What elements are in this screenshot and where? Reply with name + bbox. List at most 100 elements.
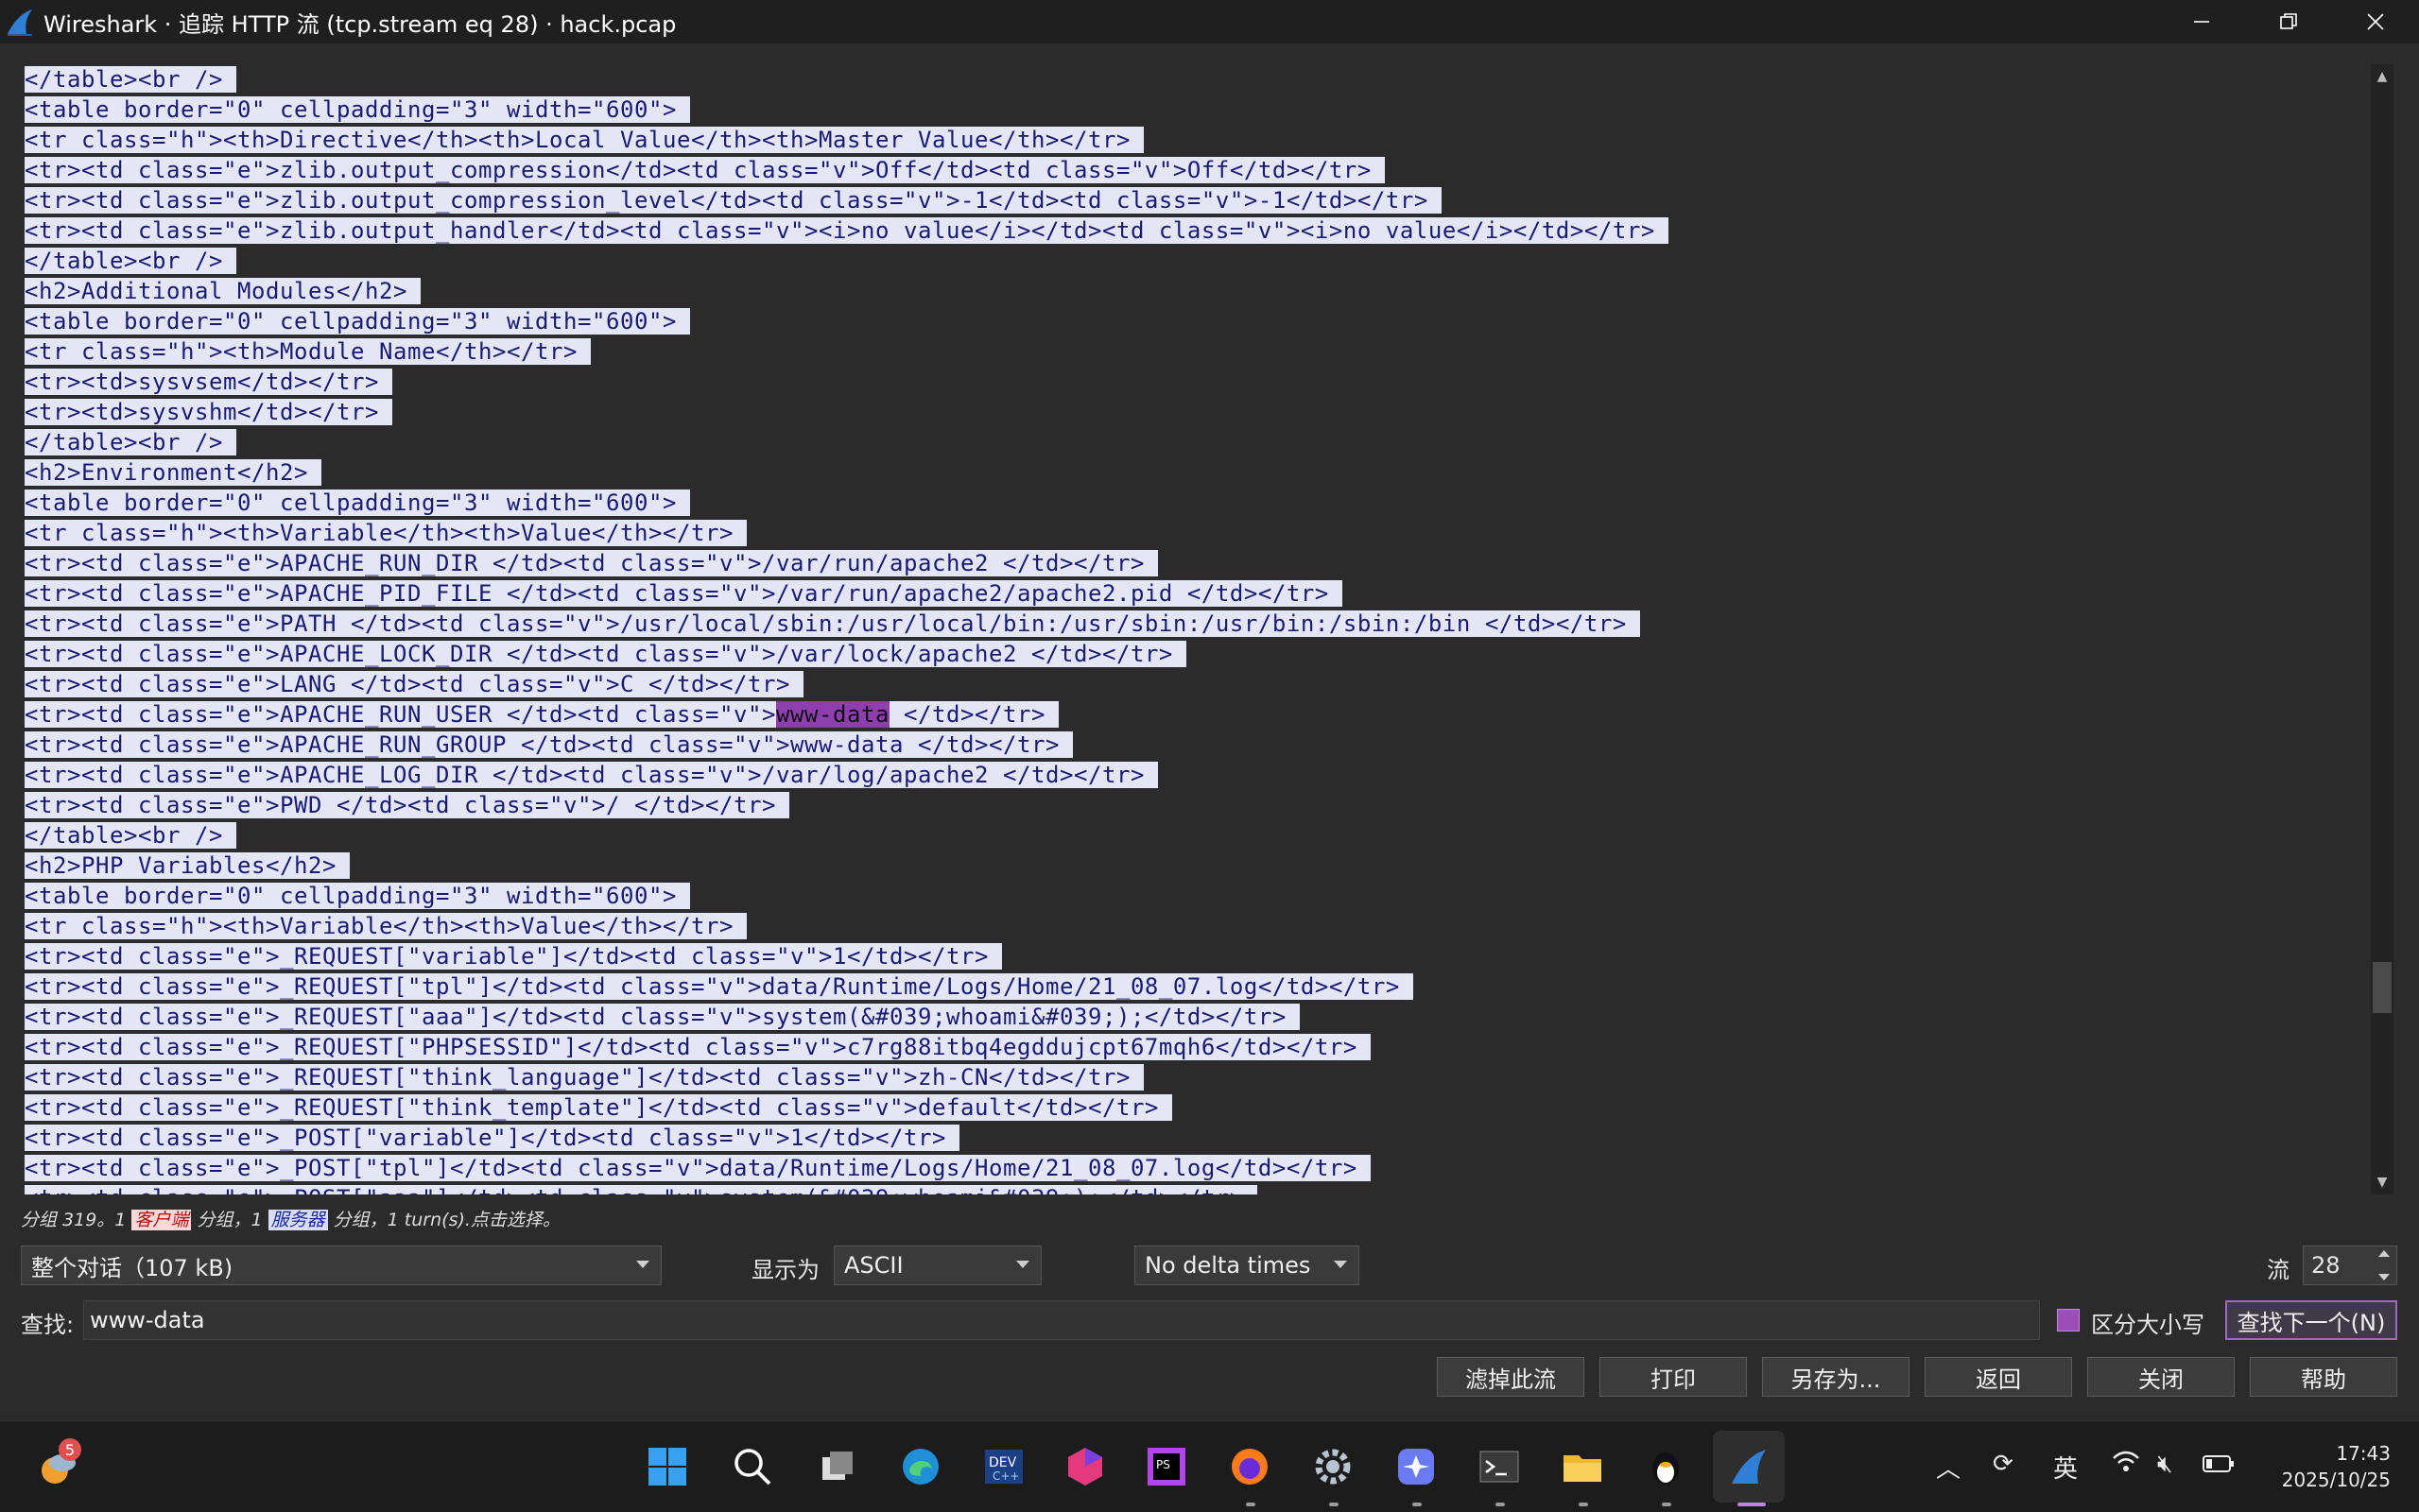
stream-line[interactable]: <tr><td class="e">zlib.output_compressio…	[25, 185, 2367, 215]
stream-line[interactable]: <tr><td class="e">APACHE_PID_FILE </td><…	[25, 578, 2367, 609]
stream-line[interactable]: <tr><td class="e">_POST["aaa"]</td><td c…	[25, 1183, 2367, 1194]
stream-line-text: <tr class="h"><th>Variable</th><th>Value…	[25, 913, 747, 939]
stream-line-text: <tr><td class="e">zlib.output_compressio…	[25, 187, 1442, 214]
wireshark-taskbar-icon[interactable]	[1724, 1442, 1773, 1491]
stream-line[interactable]: <tr><td class="e">_REQUEST["aaa"]</td><t…	[25, 1002, 2367, 1032]
find-input[interactable]: www-data	[83, 1300, 2040, 1340]
help-label: 帮助	[2301, 1366, 2346, 1393]
print-button[interactable]: 打印	[1599, 1357, 1747, 1397]
stream-line[interactable]: <tr><td class="e">PWD </td><td class="v"…	[25, 790, 2367, 820]
ai-assistant-icon[interactable]	[1391, 1442, 1441, 1491]
volume-muted-icon[interactable]: 🔇︎	[2157, 1450, 2172, 1479]
jetbrains-toolbox-icon[interactable]	[1061, 1442, 1110, 1491]
scroll-thumb[interactable]	[2373, 962, 2392, 1013]
find-next-button[interactable]: 查找下一个(N)	[2225, 1300, 2397, 1340]
stream-line[interactable]: <tr><td class="e">APACHE_LOG_DIR </td><t…	[25, 760, 2367, 790]
stream-line[interactable]: <tr><td class="e">LANG </td><td class="v…	[25, 669, 2367, 699]
stream-number-spinbox[interactable]: 28	[2303, 1246, 2397, 1285]
file-explorer-icon[interactable]	[1558, 1442, 1607, 1491]
show-as-select[interactable]: ASCII	[834, 1246, 1042, 1285]
vertical-scrollbar[interactable]: ▲ ▼	[2371, 64, 2393, 1194]
minimize-icon	[2194, 21, 2209, 23]
stream-line-text: <tr><td class="e">_POST["tpl"]</td><td c…	[25, 1155, 1371, 1181]
spin-arrows[interactable]	[2376, 1250, 2393, 1280]
scroll-down-icon[interactable]: ▼	[2371, 1172, 2393, 1193]
battery-icon[interactable]	[2203, 1452, 2235, 1480]
ime-indicator[interactable]: 英	[2053, 1450, 2078, 1485]
stream-line[interactable]: <tr><td class="e">_REQUEST["variable"]</…	[25, 941, 2367, 971]
stream-line[interactable]: <h2>PHP Variables</h2>	[25, 850, 2367, 881]
taskbar: 5 DEV C++ PS ︿ ⟳ 英 🔇︎ 17:43 2025/10/25	[0, 1420, 2419, 1512]
stream-line[interactable]: <tr><td class="e">_REQUEST["think_langua…	[25, 1062, 2367, 1092]
stream-line[interactable]: <tr class="h"><th>Variable</th><th>Value…	[25, 518, 2367, 548]
stream-line[interactable]: <tr><td class="e">_REQUEST["think_templa…	[25, 1092, 2367, 1123]
stream-line[interactable]: <table border="0" cellpadding="3" width=…	[25, 306, 2367, 336]
stream-line[interactable]: <table border="0" cellpadding="3" width=…	[25, 488, 2367, 518]
stream-line[interactable]: <tr><td class="e">APACHE_RUN_USER </td><…	[25, 699, 2367, 730]
stream-line[interactable]: <tr><td class="e">zlib.output_compressio…	[25, 155, 2367, 185]
stream-line[interactable]: </table><br />	[25, 820, 2367, 850]
close-button[interactable]: 关闭	[2087, 1357, 2235, 1397]
stream-line-text: <h2>Additional Modules</h2>	[25, 278, 421, 304]
minimize-button[interactable]	[2158, 0, 2245, 43]
conversation-select[interactable]: 整个对话（107 kB)	[21, 1246, 662, 1285]
stream-line[interactable]: <tr><td class="e">_REQUEST["tpl"]</td><t…	[25, 971, 2367, 1002]
task-view-icon[interactable]	[813, 1442, 862, 1491]
stream-line-text: <tr><td class="e">_REQUEST["variable"]</…	[25, 943, 1002, 970]
stream-line[interactable]: <tr><td class="e">PATH </td><td class="v…	[25, 609, 2367, 639]
stream-line[interactable]: <tr class="h"><th>Directive</th><th>Loca…	[25, 125, 2367, 155]
dev-cpp-icon[interactable]: DEV C++	[979, 1442, 1028, 1491]
stream-line-text: <tr><td class="e">APACHE_RUN_DIR </td><t…	[25, 550, 1158, 576]
stream-line[interactable]: </table><br />	[25, 246, 2367, 276]
stream-line[interactable]: <tr><td class="e">_POST["tpl"]</td><td c…	[25, 1153, 2367, 1183]
wifi-icon[interactable]	[2112, 1450, 2140, 1481]
stream-line[interactable]: <tr><td class="e">APACHE_RUN_DIR </td><t…	[25, 548, 2367, 578]
stream-line-text: <tr><td class="e">_REQUEST["PHPSESSID"]<…	[25, 1034, 1371, 1060]
show-as-label: 显示为	[752, 1257, 820, 1283]
delta-times-select-value: No delta times	[1145, 1252, 1311, 1279]
stream-line[interactable]: <h2>Environment</h2>	[25, 457, 2367, 488]
stream-line[interactable]: <h2>Additional Modules</h2>	[25, 276, 2367, 306]
phpstorm-icon[interactable]: PS	[1142, 1442, 1191, 1491]
edge-browser-icon[interactable]	[896, 1442, 945, 1491]
stream-line[interactable]: </table><br />	[25, 64, 2367, 94]
stream-line[interactable]: <tr><td>sysvshm</td></tr>	[25, 397, 2367, 427]
stream-line[interactable]: <tr><td class="e">_REQUEST["PHPSESSID"]<…	[25, 1032, 2367, 1062]
help-button[interactable]: 帮助	[2250, 1357, 2397, 1397]
chevron-up-icon[interactable]: ︿	[1936, 1450, 1961, 1485]
stream-line[interactable]: <tr><td class="e">zlib.output_handler</t…	[25, 215, 2367, 246]
close-window-button[interactable]	[2332, 0, 2419, 43]
stream-line[interactable]: <tr><td class="e">APACHE_LOCK_DIR </td><…	[25, 639, 2367, 669]
qq-penguin-icon[interactable]	[1641, 1442, 1690, 1491]
back-label: 返回	[1976, 1366, 2021, 1393]
stream-line[interactable]: <tr class="h"><th>Module Name</th></tr>	[25, 336, 2367, 367]
stream-line[interactable]: </table><br />	[25, 427, 2367, 457]
settings-gear-icon[interactable]	[1308, 1442, 1357, 1491]
stream-line[interactable]: <tr><td class="e">_POST["variable"]</td>…	[25, 1123, 2367, 1153]
firefox-icon[interactable]	[1225, 1442, 1274, 1491]
scroll-up-icon[interactable]: ▲	[2371, 66, 2393, 87]
stream-line[interactable]: <tr><td class="e">APACHE_RUN_GROUP </td>…	[25, 730, 2367, 760]
system-clock[interactable]: 17:43 2025/10/25	[2282, 1440, 2391, 1493]
spin-down-icon[interactable]	[2378, 1274, 2390, 1280]
case-sensitive-checkbox[interactable]	[2057, 1309, 2080, 1332]
start-icon[interactable]	[643, 1442, 692, 1491]
running-indicator	[1246, 1503, 1255, 1506]
search-icon[interactable]	[728, 1442, 777, 1491]
restore-button[interactable]	[2245, 0, 2332, 43]
save-as-button[interactable]: 另存为...	[1762, 1357, 1909, 1397]
delta-times-select[interactable]: No delta times	[1134, 1246, 1359, 1285]
stream-status-text[interactable]: 分组 319。1 客户端 分组，1 服务器 分组，1 turn(s).点击选择。	[21, 1206, 561, 1234]
stream-content-pane[interactable]: </table><br /> <table border="0" cellpadd…	[25, 64, 2367, 1194]
sync-icon[interactable]: ⟳	[1993, 1450, 2013, 1478]
stream-line[interactable]: <tr class="h"><th>Variable</th><th>Value…	[25, 911, 2367, 941]
filter-out-label: 滤掉此流	[1465, 1366, 1556, 1393]
terminal-icon[interactable]	[1475, 1442, 1524, 1491]
stream-line[interactable]: <table border="0" cellpadding="3" width=…	[25, 881, 2367, 911]
back-button[interactable]: 返回	[1925, 1357, 2072, 1397]
stream-line[interactable]: <tr><td>sysvsem</td></tr>	[25, 367, 2367, 397]
filter-out-stream-button[interactable]: 滤掉此流	[1437, 1357, 1584, 1397]
stream-line[interactable]: <table border="0" cellpadding="3" width=…	[25, 94, 2367, 125]
running-indicator	[1329, 1503, 1339, 1506]
spin-up-icon[interactable]	[2378, 1250, 2390, 1257]
